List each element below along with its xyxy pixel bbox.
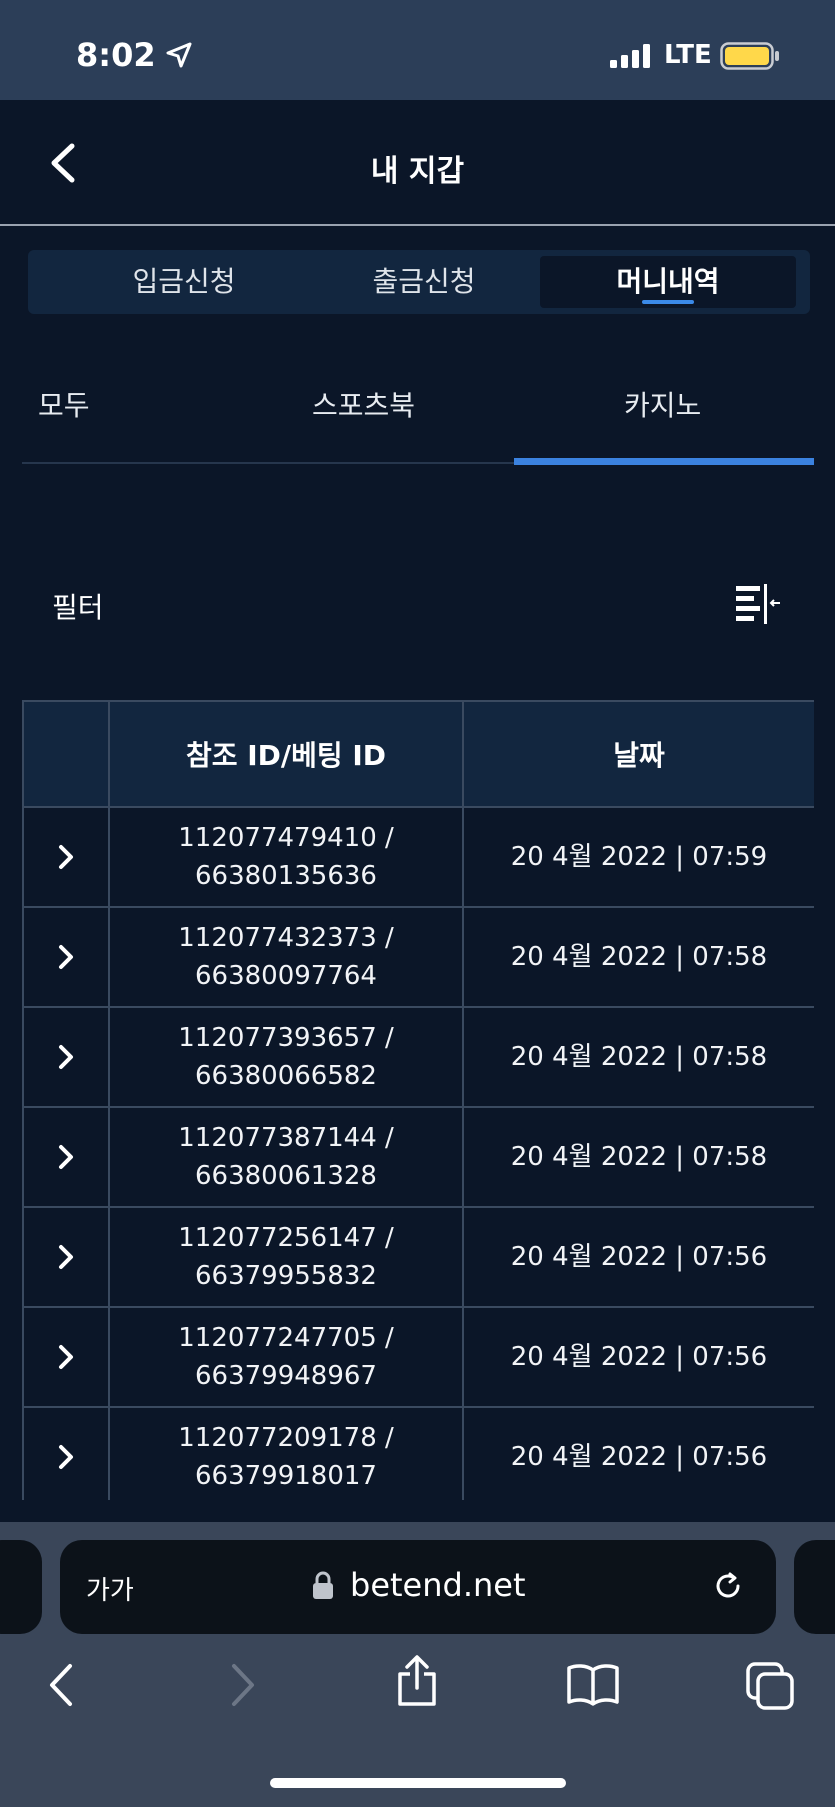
date-cell: 20 4월 2022 | 07:56 bbox=[462, 1206, 814, 1308]
bet-id: 66379948967 bbox=[195, 1361, 377, 1391]
chevron-right-icon bbox=[59, 945, 73, 969]
row-expand-cell[interactable] bbox=[22, 1306, 110, 1408]
ref-id: 112077387144 / bbox=[178, 1123, 394, 1153]
reload-icon[interactable] bbox=[710, 1568, 746, 1604]
ref-id: 112077432373 / bbox=[178, 923, 394, 953]
row-expand-cell[interactable] bbox=[22, 1206, 110, 1308]
date-cell: 20 4월 2022 | 07:58 bbox=[462, 1006, 814, 1108]
battery-icon bbox=[720, 42, 779, 70]
date-cell: 20 4월 2022 | 07:56 bbox=[462, 1406, 814, 1500]
table-row[interactable]: 112077256147 / 66379955832 20 4월 2022 | 0… bbox=[22, 1206, 814, 1308]
ref-id: 112077247705 / bbox=[178, 1323, 394, 1353]
segment-money-history-label: 머니내역 bbox=[616, 265, 720, 298]
ref-id-cell: 112077432373 / 66380097764 bbox=[108, 906, 464, 1008]
ref-id: 112077256147 / bbox=[178, 1223, 394, 1253]
ref-id: 112077209178 / bbox=[178, 1423, 394, 1453]
browser-back-icon[interactable] bbox=[46, 1662, 76, 1708]
bet-id: 66380135636 bbox=[195, 861, 377, 891]
previous-tab-preview[interactable] bbox=[0, 1540, 42, 1634]
row-expand-cell[interactable] bbox=[22, 806, 110, 908]
ref-id: 112077479410 / bbox=[178, 823, 394, 853]
content-bottom-edge bbox=[0, 1500, 835, 1522]
address-bar[interactable]: 가가 betend.net bbox=[60, 1540, 776, 1634]
bet-id: 66380066582 bbox=[195, 1061, 377, 1091]
tabs-icon[interactable] bbox=[746, 1662, 796, 1710]
bet-id: 66380097764 bbox=[195, 961, 377, 991]
ref-id-cell: 112077209178 / 66379918017 bbox=[108, 1406, 464, 1500]
location-arrow-icon bbox=[166, 42, 192, 68]
chevron-right-icon bbox=[59, 845, 73, 869]
bet-id: 66379918017 bbox=[195, 1461, 377, 1491]
row-expand-cell[interactable] bbox=[22, 1106, 110, 1208]
app-header: 내 지갑 bbox=[0, 100, 835, 226]
ref-id-cell: 112077393657 / 66380066582 bbox=[108, 1006, 464, 1108]
table-row[interactable]: 112077247705 / 66379948967 20 4월 2022 | 0… bbox=[22, 1306, 814, 1408]
next-tab-preview[interactable] bbox=[794, 1540, 835, 1634]
ref-id: 112077393657 / bbox=[178, 1023, 394, 1053]
tab-all[interactable]: 모두 bbox=[38, 384, 90, 424]
chevron-right-icon bbox=[59, 1245, 73, 1269]
status-time: 8:02 bbox=[76, 36, 156, 74]
ref-id-cell: 112077247705 / 66379948967 bbox=[108, 1306, 464, 1408]
segment-active-indicator bbox=[642, 300, 694, 304]
url-text: betend.net bbox=[350, 1566, 526, 1604]
tab-active-indicator bbox=[514, 458, 814, 465]
chevron-right-icon bbox=[59, 1345, 73, 1369]
chevron-right-icon bbox=[59, 1445, 73, 1469]
tab-casino[interactable]: 카지노 bbox=[624, 384, 701, 424]
browser-toolbar: 가가 betend.net bbox=[0, 1522, 835, 1807]
segment-money-history[interactable]: 머니내역 bbox=[540, 256, 796, 308]
table-header-row: 참조 ID/베팅 ID 날짜 bbox=[22, 700, 814, 808]
bet-id: 66379955832 bbox=[195, 1261, 377, 1291]
table-row[interactable]: 112077387144 / 66380061328 20 4월 2022 | 0… bbox=[22, 1106, 814, 1208]
reader-text-size-button[interactable]: 가가 bbox=[86, 1570, 134, 1607]
table-row[interactable]: 112077479410 / 66380135636 20 4월 2022 | 0… bbox=[22, 806, 814, 908]
filter-icon[interactable] bbox=[734, 582, 782, 626]
history-table: 참조 ID/베팅 ID 날짜 112077479410 / 66380135636… bbox=[22, 700, 814, 1500]
ref-id-cell: 112077256147 / 66379955832 bbox=[108, 1206, 464, 1308]
chevron-right-icon bbox=[59, 1045, 73, 1069]
browser-forward-icon[interactable] bbox=[228, 1662, 258, 1708]
row-expand-cell[interactable] bbox=[22, 906, 110, 1008]
bet-id: 66380061328 bbox=[195, 1161, 377, 1191]
history-table-container[interactable]: 참조 ID/베팅 ID 날짜 112077479410 / 66380135636… bbox=[22, 700, 814, 1500]
filter-label: 필터 bbox=[52, 591, 104, 624]
column-header-ref-id: 참조 ID/베팅 ID bbox=[108, 700, 464, 808]
page-title: 내 지갑 bbox=[370, 154, 465, 189]
row-expand-cell[interactable] bbox=[22, 1006, 110, 1108]
ref-id-cell: 112077387144 / 66380061328 bbox=[108, 1106, 464, 1208]
home-indicator bbox=[270, 1778, 566, 1788]
date-cell: 20 4월 2022 | 07:58 bbox=[462, 906, 814, 1008]
ref-id-cell: 112077479410 / 66380135636 bbox=[108, 806, 464, 908]
table-row[interactable]: 112077209178 / 66379918017 20 4월 2022 | 0… bbox=[22, 1406, 814, 1500]
date-cell: 20 4월 2022 | 07:58 bbox=[462, 1106, 814, 1208]
category-tabs: 모두 스포츠북 카지노 bbox=[22, 364, 814, 465]
wallet-segment-control: 입금신청 출금신청 머니내역 bbox=[28, 250, 810, 314]
chevron-right-icon bbox=[59, 1145, 73, 1169]
status-bar: 8:02 LTE bbox=[0, 0, 835, 100]
network-label: LTE bbox=[664, 40, 712, 70]
table-row[interactable]: 112077393657 / 66380066582 20 4월 2022 | 0… bbox=[22, 1006, 814, 1108]
bookmarks-icon[interactable] bbox=[566, 1662, 620, 1706]
lock-icon bbox=[313, 1571, 333, 1599]
share-icon[interactable] bbox=[394, 1654, 440, 1708]
date-cell: 20 4월 2022 | 07:59 bbox=[462, 806, 814, 908]
signal-icon bbox=[610, 44, 650, 68]
segment-deposit-request[interactable]: 입금신청 bbox=[56, 256, 312, 308]
column-header-date: 날짜 bbox=[462, 700, 814, 808]
tab-sportsbook[interactable]: 스포츠북 bbox=[312, 384, 415, 424]
column-header-expand bbox=[22, 700, 110, 808]
row-expand-cell[interactable] bbox=[22, 1406, 110, 1500]
segment-withdraw-request[interactable]: 출금신청 bbox=[296, 256, 552, 308]
date-cell: 20 4월 2022 | 07:56 bbox=[462, 1306, 814, 1408]
table-row[interactable]: 112077432373 / 66380097764 20 4월 2022 | 0… bbox=[22, 906, 814, 1008]
